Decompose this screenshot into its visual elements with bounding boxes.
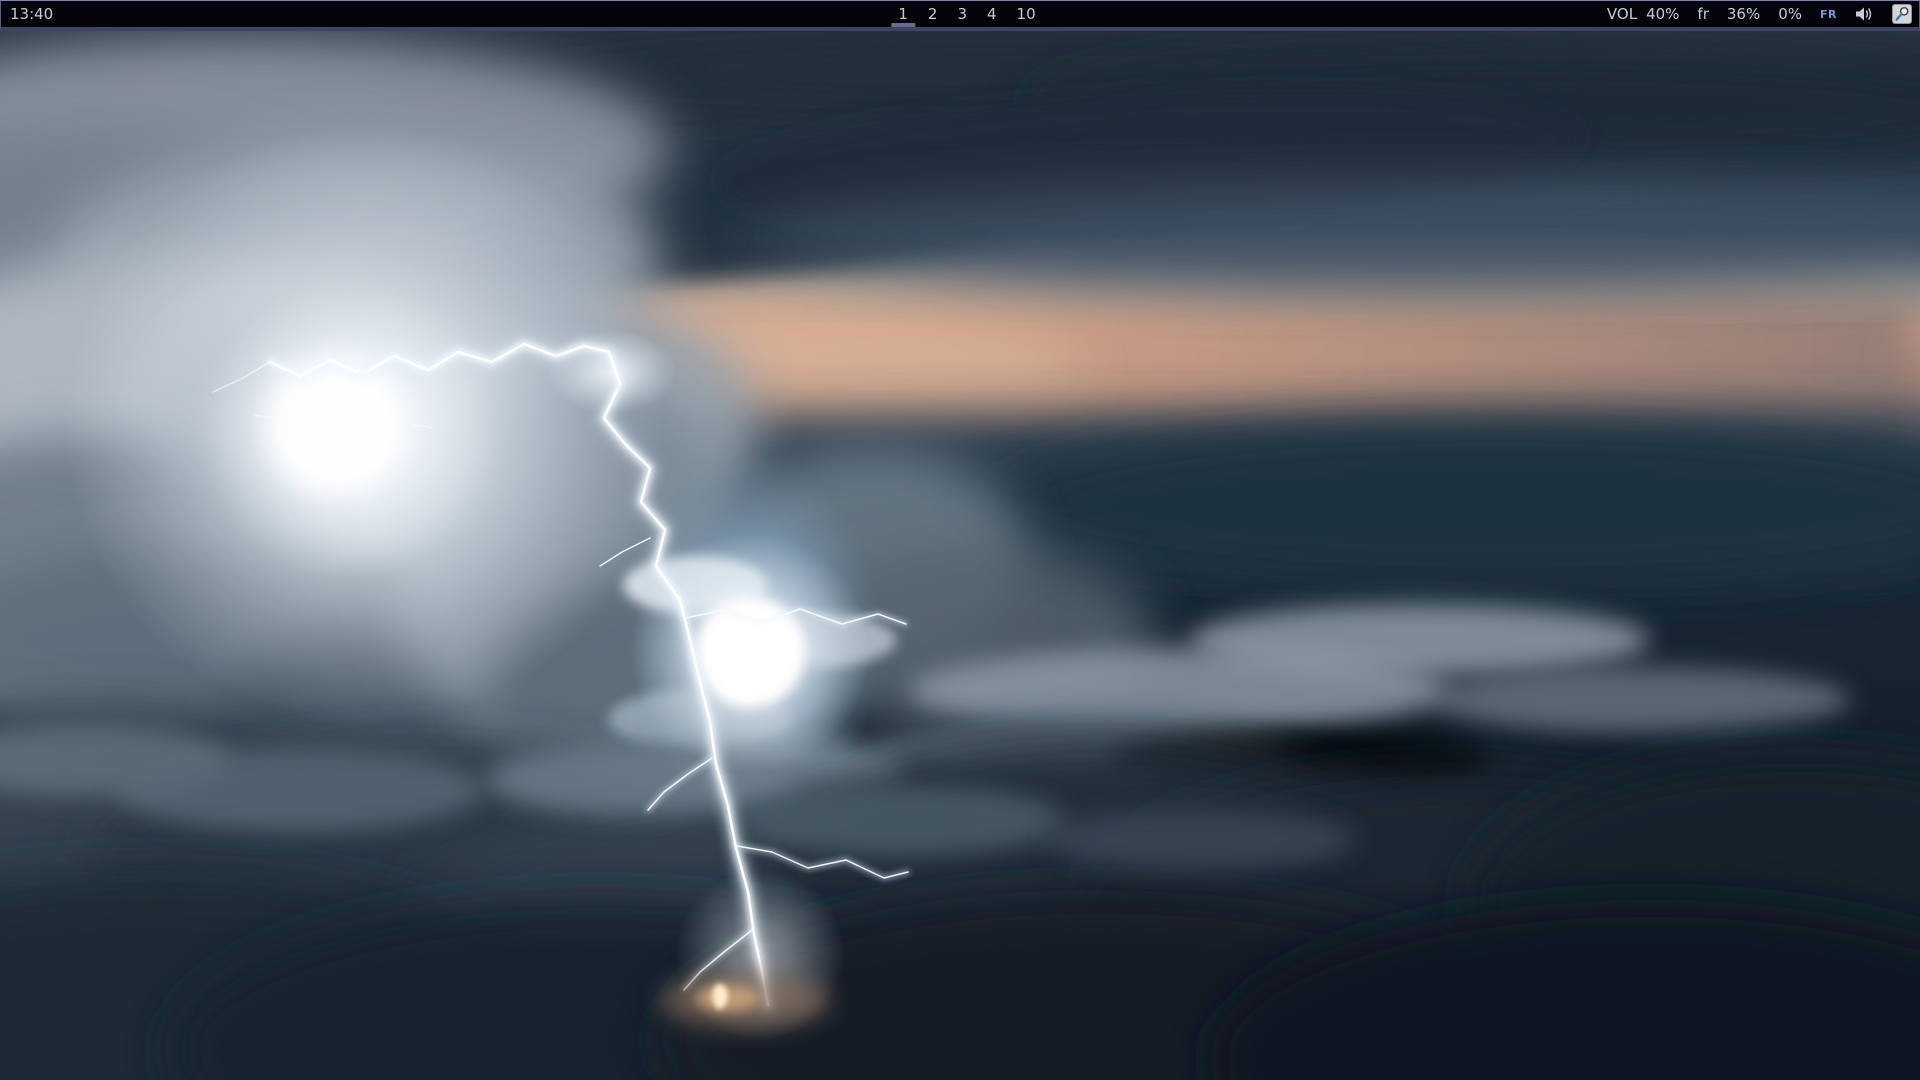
workspace-button-1[interactable]: 1 [890,1,916,27]
clock: 13:40 [10,5,53,23]
volume-status: VOL 40% [1607,5,1680,23]
status-percent-2: 0% [1778,5,1802,23]
volume-value: 40% [1646,5,1679,23]
status-percent-1: 36% [1727,5,1760,23]
magnifier-tray-icon[interactable] [1892,4,1912,24]
speaker-icon[interactable] [1855,6,1874,22]
lightning-storm-artwork [0,0,1920,1080]
workspace-switcher: 1 2 3 4 10 [890,1,1043,27]
bottom-lightning-glint [660,972,830,1028]
workspace-button-4[interactable]: 4 [979,1,1005,27]
workspace-button-2[interactable]: 2 [920,1,946,27]
workspace-button-3[interactable]: 3 [949,1,975,27]
workspace-button-10[interactable]: 10 [1009,1,1044,27]
volume-label: VOL [1607,5,1637,23]
status-fr-text: fr [1697,5,1708,23]
status-area: VOL 40% fr 36% 0% FR [1607,1,1919,27]
desktop-wallpaper [0,0,1920,1080]
keyboard-layout-badge: FR [1820,8,1837,21]
status-bar: 13:40 1 2 3 4 10 VOL 40% fr 36% 0% FR [0,0,1920,31]
